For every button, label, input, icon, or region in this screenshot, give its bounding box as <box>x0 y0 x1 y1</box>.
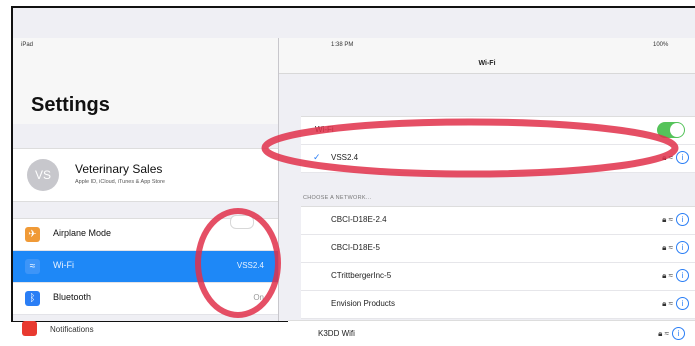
profile-subtitle: Apple ID, iCloud, iTunes & App Store <box>75 179 165 185</box>
wifi-toggle[interactable] <box>657 122 685 138</box>
network-icons: 🔒︎ ≈ i <box>662 269 689 282</box>
network-row[interactable]: CTrittbergerInc-5 🔒︎ ≈ i <box>301 263 695 291</box>
connected-network-row[interactable]: ✓ VSS2.4 🔒︎ ≈ i <box>301 145 695 173</box>
info-icon[interactable]: i <box>676 297 689 310</box>
wifi-toggle-group: Wi-Fi ✓ VSS2.4 🔒︎ ≈ i <box>301 116 695 173</box>
profile-name: Veterinary Sales <box>75 162 163 176</box>
notifications-icon <box>22 321 37 336</box>
network-list: CBCI-D18E-2.4 🔒︎ ≈ i CBCI-D18E-5 🔒︎ ≈ i CT… <box>301 206 695 319</box>
settings-title: Settings <box>31 94 110 116</box>
sidebar-item-label: Bluetooth <box>53 292 92 302</box>
info-icon[interactable]: i <box>676 213 689 226</box>
network-row[interactable]: CBCI-D18E-5 🔒︎ ≈ i <box>301 235 695 263</box>
network-name: Envision Products <box>331 299 396 308</box>
network-name: CBCI-D18E-2.4 <box>331 215 387 224</box>
screen-frame: Settings VS Veterinary Sales Apple ID, i… <box>11 6 695 323</box>
network-name: K3DD Wifi <box>318 329 355 338</box>
notifications-label: Notifications <box>50 325 94 334</box>
info-icon[interactable]: i <box>672 327 685 340</box>
status-bar: iPad 1:38 PM 100% <box>13 42 695 52</box>
sidebar-item-bluetooth[interactable]: ᛒ Bluetooth On <box>13 283 278 315</box>
profile-row[interactable]: VS Veterinary Sales Apple ID, iCloud, iT… <box>13 148 278 202</box>
connectivity-group: ✈ Airplane Mode ≈ Wi-Fi VSS2.4 ᛒ Bluetoo… <box>13 215 278 315</box>
wifi-toggle-row: Wi-Fi <box>301 117 695 145</box>
wifi-label: Wi-Fi <box>315 125 334 134</box>
airplane-toggle[interactable] <box>230 215 254 229</box>
carrier-label: iPad <box>21 42 34 48</box>
airplane-icon: ✈ <box>25 227 40 242</box>
clock: 1:38 PM <box>331 42 354 48</box>
network-icons: 🔒︎ ≈ i <box>662 213 689 226</box>
nav-title: Wi-Fi <box>478 60 496 67</box>
network-icons: 🔒︎ ≈ i <box>662 151 689 164</box>
info-icon[interactable]: i <box>676 151 689 164</box>
network-row[interactable]: Envision Products 🔒︎ ≈ i <box>301 291 695 319</box>
settings-sidebar: Settings VS Veterinary Sales Apple ID, i… <box>13 38 279 321</box>
network-name: VSS2.4 <box>331 153 359 162</box>
network-icons: 🔒︎ ≈ i <box>662 297 689 310</box>
sidebar-item-value: On <box>253 293 264 302</box>
network-name: CTrittbergerInc-5 <box>331 271 392 280</box>
network-icons: 🔒︎ ≈ i <box>662 241 689 254</box>
battery-label: 100% <box>653 42 669 48</box>
choose-network-header: CHOOSE A NETWORK... <box>303 195 372 201</box>
network-row[interactable]: K3DD Wifi 🔒︎ ≈ i <box>288 320 695 346</box>
network-icons: 🔒︎ ≈ i <box>658 327 685 340</box>
sidebar-item-label: Wi-Fi <box>53 260 74 270</box>
info-icon[interactable]: i <box>676 241 689 254</box>
sidebar-item-label: Airplane Mode <box>53 228 112 238</box>
sidebar-item-airplane-mode[interactable]: ✈ Airplane Mode <box>13 215 278 251</box>
sidebar-item-wifi[interactable]: ≈ Wi-Fi VSS2.4 <box>13 251 278 283</box>
bluetooth-icon: ᛒ <box>25 291 40 306</box>
wifi-pane: Wi-Fi Wi-Fi ✓ VSS2.4 🔒︎ ≈ i CBCI-D18E-2.4… <box>279 38 695 321</box>
checkmark-icon: ✓ <box>313 152 321 162</box>
wifi-icon: ≈ <box>25 259 40 274</box>
network-row[interactable]: CBCI-D18E-2.4 🔒︎ ≈ i <box>301 207 695 235</box>
avatar: VS <box>27 159 59 191</box>
info-icon[interactable]: i <box>676 269 689 282</box>
network-name: CBCI-D18E-5 <box>331 243 380 252</box>
sidebar-item-value: VSS2.4 <box>236 261 264 270</box>
